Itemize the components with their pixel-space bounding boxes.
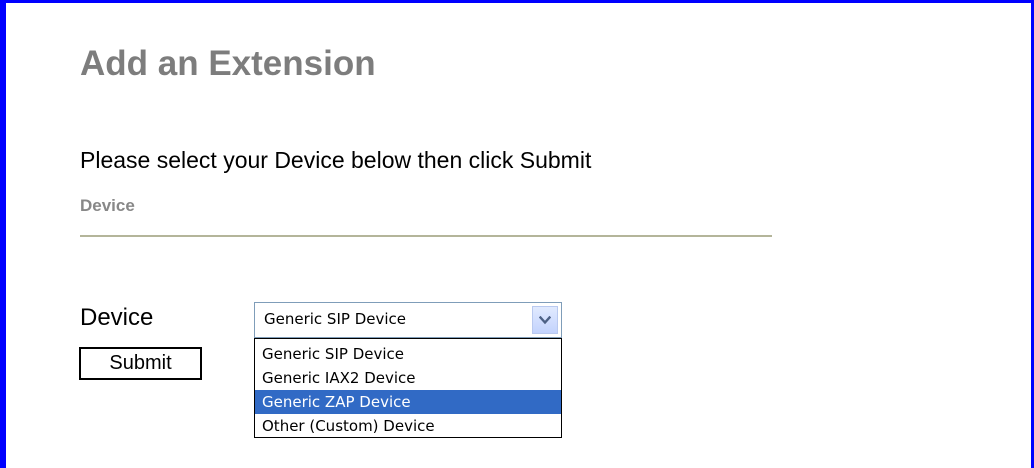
device-field-label: Device xyxy=(80,304,154,331)
dropdown-option-generic-zap[interactable]: Generic ZAP Device xyxy=(255,390,561,414)
submit-button[interactable]: Submit xyxy=(79,347,202,380)
page-title: Add an Extension xyxy=(80,44,376,83)
device-dropdown-list: Generic SIP Device Generic IAX2 Device G… xyxy=(254,338,562,438)
device-select[interactable]: Generic SIP Device xyxy=(254,302,562,338)
instruction-text: Please select your Device below then cli… xyxy=(80,147,592,173)
dropdown-option-other-custom[interactable]: Other (Custom) Device xyxy=(255,414,561,438)
section-divider xyxy=(80,235,772,237)
dropdown-option-generic-sip[interactable]: Generic SIP Device xyxy=(255,342,561,366)
section-heading-device: Device xyxy=(80,196,135,215)
device-select-value: Generic SIP Device xyxy=(264,310,406,328)
chevron-down-icon xyxy=(539,315,551,324)
page-frame: Add an Extension Please select your Devi… xyxy=(0,0,1034,468)
dropdown-arrow-button[interactable] xyxy=(532,306,558,334)
dropdown-option-generic-iax2[interactable]: Generic IAX2 Device xyxy=(255,366,561,390)
